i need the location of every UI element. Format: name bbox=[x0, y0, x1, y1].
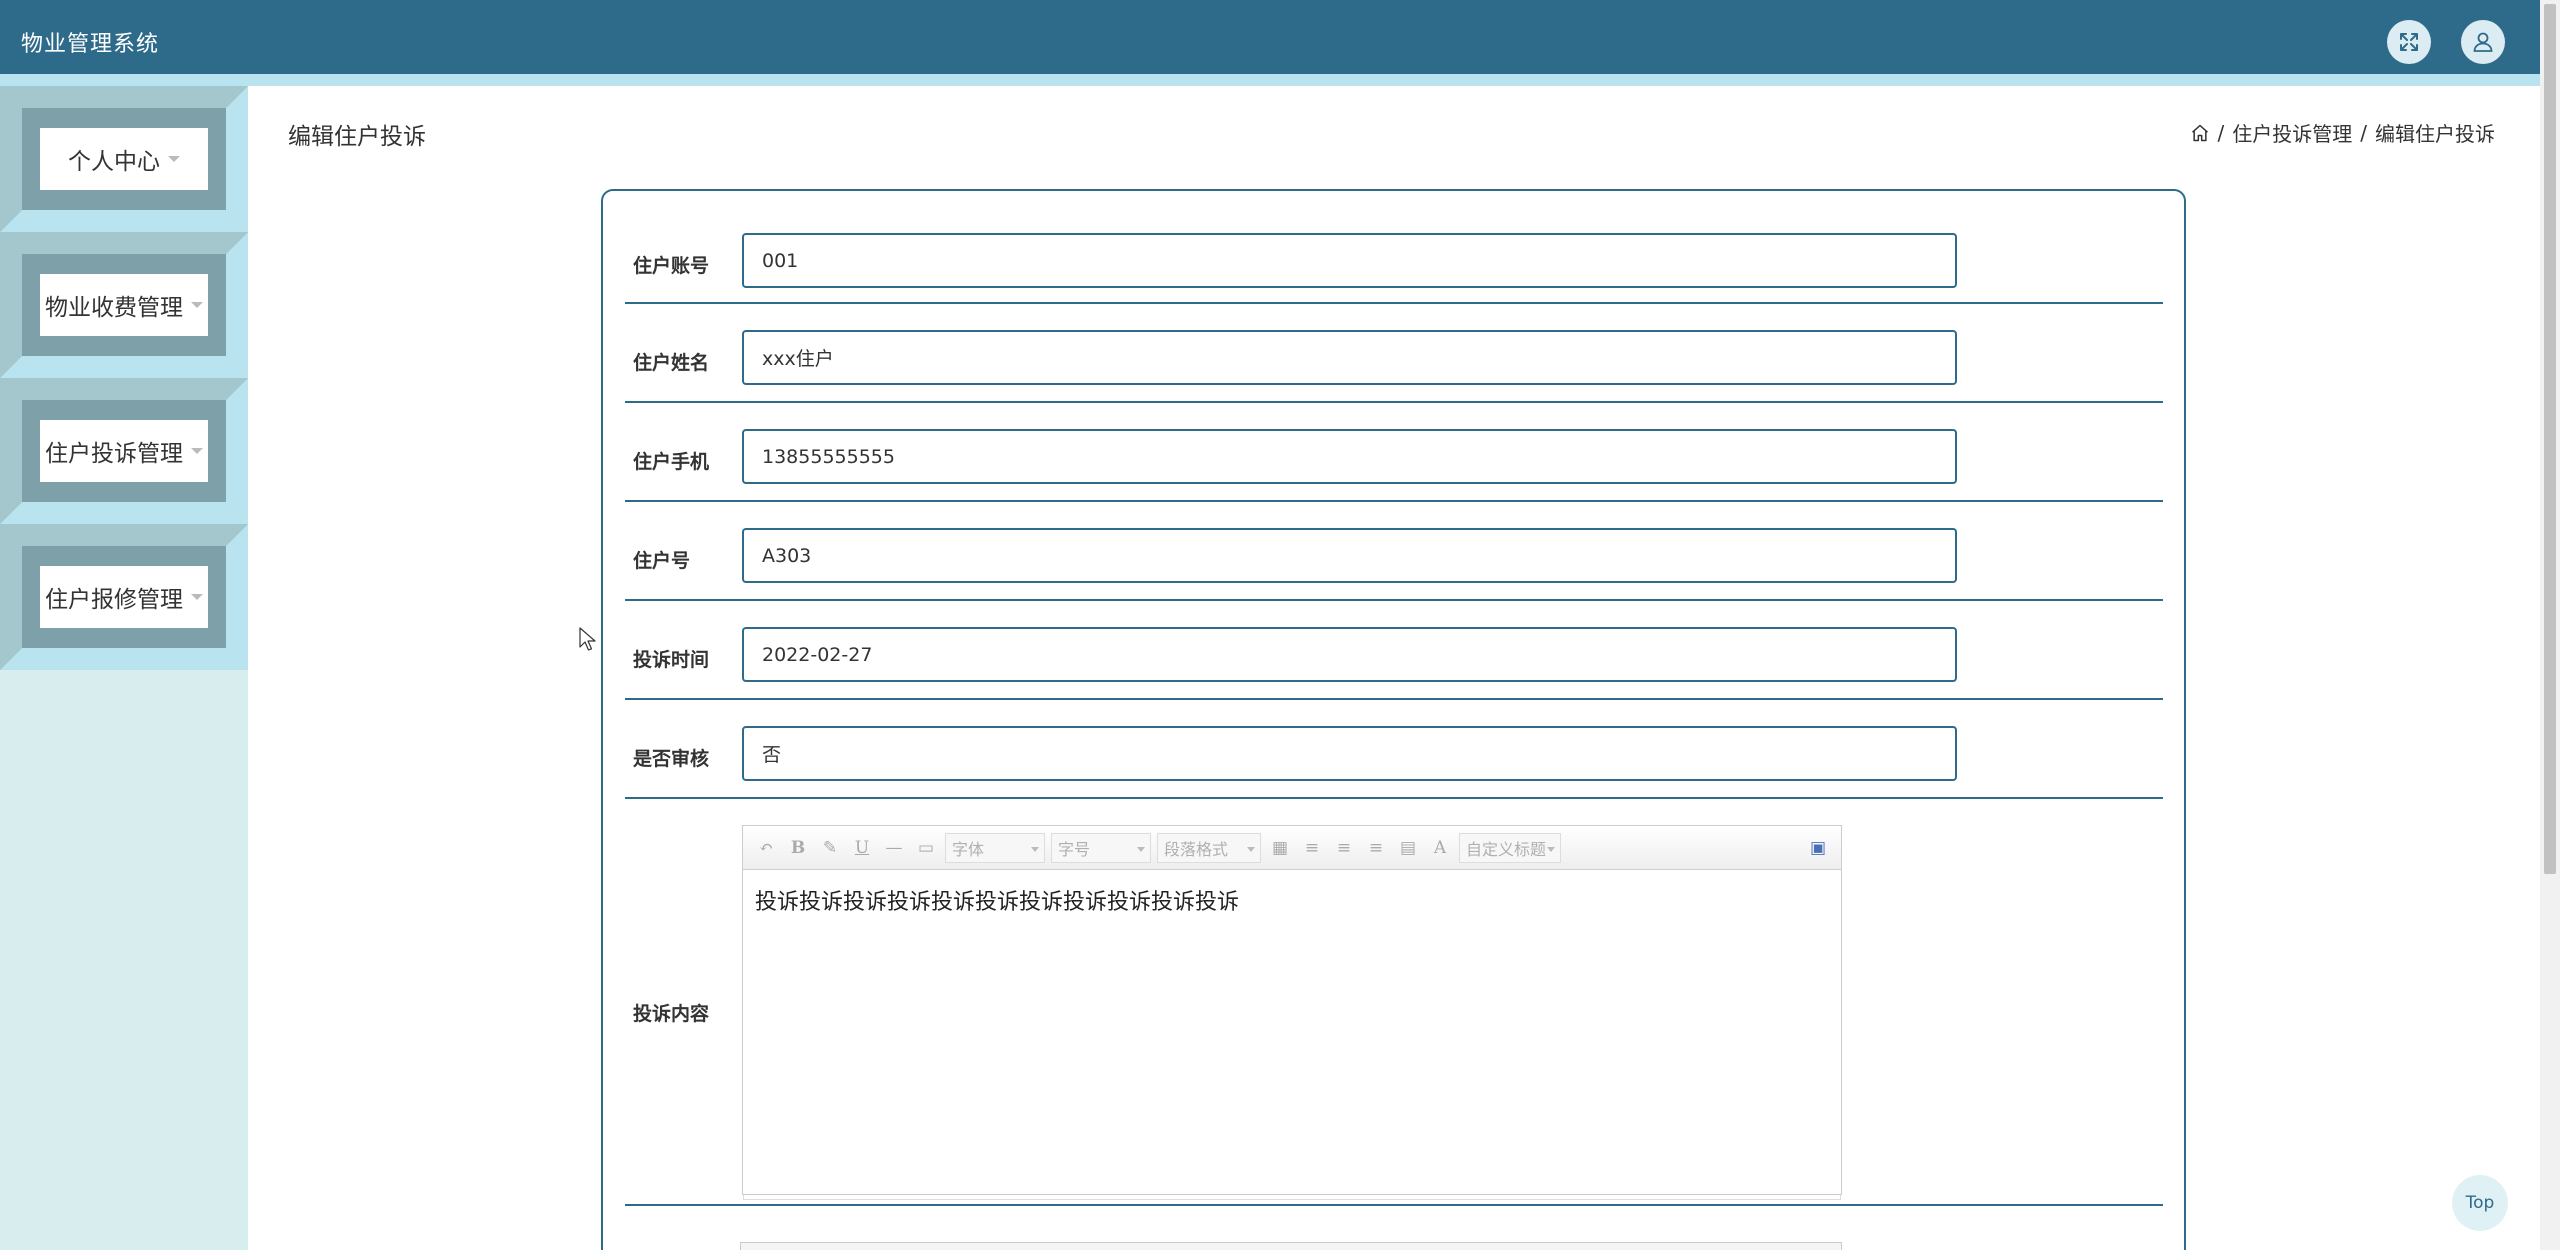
caret-down-icon bbox=[191, 594, 203, 600]
complaint-date-input[interactable] bbox=[742, 627, 1957, 682]
sidebar-item-label: 个人中心 bbox=[68, 149, 160, 175]
form-row-unit: 住户号 bbox=[625, 502, 2163, 601]
sidebar-block-personal: 个人中心 bbox=[0, 86, 248, 232]
custom-title-select[interactable]: 自定义标题 bbox=[1459, 832, 1561, 863]
font-size-select[interactable]: 字号 bbox=[1051, 832, 1151, 863]
caret-down-icon bbox=[191, 448, 203, 454]
font-family-select[interactable]: 字体 bbox=[945, 832, 1045, 863]
edit-complaint-form: 住户账号 住户姓名 住户手机 住户号 投诉时间 是否审核 投诉内容 ↶ B ✎ … bbox=[601, 189, 2186, 1250]
back-to-top-button[interactable]: Top bbox=[2452, 1175, 2508, 1231]
header-accent-strip bbox=[0, 74, 2540, 86]
breadcrumb-complaint-management[interactable]: 住户投诉管理 bbox=[2232, 118, 2352, 147]
page-title: 编辑住户投诉 bbox=[288, 124, 426, 150]
sidebar-block-fees: 物业收费管理 bbox=[0, 232, 248, 378]
horizontal-rule-icon[interactable]: — bbox=[881, 835, 907, 861]
paragraph-format-select[interactable]: 段落格式 bbox=[1157, 832, 1261, 863]
editor-resize-bar bbox=[743, 1195, 1841, 1200]
home-icon[interactable] bbox=[2190, 123, 2210, 143]
form-row-reviewed: 是否审核 bbox=[625, 700, 2163, 799]
user-profile-button[interactable] bbox=[2461, 20, 2505, 64]
sidebar: 个人中心 物业收费管理 住户投诉管理 住户报修管理 bbox=[0, 86, 248, 1250]
sidebar-item-label: 住户投诉管理 bbox=[45, 441, 183, 467]
sidebar-block-repairs: 住户报修管理 bbox=[0, 524, 248, 670]
bold-icon[interactable]: B bbox=[785, 835, 811, 861]
align-justify-icon[interactable]: ▤ bbox=[1395, 835, 1421, 861]
paste-icon[interactable]: ▭ bbox=[913, 835, 939, 861]
undo-icon[interactable]: ↶ bbox=[753, 835, 779, 861]
form-row-name: 住户姓名 bbox=[625, 304, 2163, 403]
user-icon bbox=[2473, 32, 2493, 52]
scrollbar-thumb[interactable] bbox=[2544, 4, 2556, 874]
field-label: 投诉内容 bbox=[633, 1003, 710, 1025]
phone-input[interactable] bbox=[742, 429, 1957, 484]
sidebar-item-personal-center[interactable]: 个人中心 bbox=[40, 128, 208, 190]
format-painter-icon[interactable]: ✎ bbox=[817, 835, 843, 861]
sidebar-item-fee-management[interactable]: 物业收费管理 bbox=[40, 274, 208, 336]
align-left-icon[interactable]: ≡ bbox=[1299, 835, 1325, 861]
fullscreen-editor-icon[interactable]: ▣ bbox=[1805, 835, 1831, 861]
page-scrollbar[interactable] bbox=[2540, 0, 2560, 1250]
form-row-date: 投诉时间 bbox=[625, 601, 2163, 700]
editor-toolbar: ↶ B ✎ U — ▭ 字体 字号 段落格式 ▦ ≡ ≡ ≡ ▤ A 自定义标题… bbox=[743, 826, 1841, 870]
breadcrumb-separator: / bbox=[2217, 120, 2225, 145]
form-row-phone: 住户手机 bbox=[625, 403, 2163, 502]
mouse-cursor-icon bbox=[579, 627, 596, 651]
unit-number-input[interactable] bbox=[742, 528, 1957, 583]
table-icon[interactable]: ▦ bbox=[1267, 835, 1293, 861]
fullscreen-button[interactable] bbox=[2387, 20, 2431, 64]
sidebar-block-complaints: 住户投诉管理 bbox=[0, 378, 248, 524]
sidebar-item-label: 物业收费管理 bbox=[45, 295, 183, 321]
fullscreen-expand-icon bbox=[2400, 33, 2418, 51]
sidebar-item-repair-management[interactable]: 住户报修管理 bbox=[40, 566, 208, 628]
breadcrumb-separator: / bbox=[2360, 120, 2367, 145]
field-label: 住户姓名 bbox=[633, 352, 710, 374]
app-title: 物业管理系统 bbox=[21, 32, 160, 57]
font-color-icon[interactable]: A bbox=[1427, 835, 1453, 861]
field-label: 住户号 bbox=[633, 550, 691, 572]
name-input[interactable] bbox=[742, 330, 1957, 385]
sidebar-item-complaint-management[interactable]: 住户投诉管理 bbox=[40, 420, 208, 482]
top-navbar: 物业管理系统 bbox=[0, 0, 2540, 74]
next-editor-toolbar bbox=[740, 1242, 1842, 1250]
rich-text-editor[interactable]: ↶ B ✎ U — ▭ 字体 字号 段落格式 ▦ ≡ ≡ ≡ ▤ A 自定义标题… bbox=[742, 825, 1842, 1200]
sidebar-item-label: 住户报修管理 bbox=[45, 587, 183, 613]
field-label: 住户手机 bbox=[633, 451, 710, 473]
field-label: 住户账号 bbox=[633, 255, 710, 277]
underline-icon[interactable]: U bbox=[849, 835, 875, 861]
form-row-content: 投诉内容 ↶ B ✎ U — ▭ 字体 字号 段落格式 ▦ ≡ ≡ ≡ ▤ A … bbox=[625, 799, 2163, 1206]
caret-down-icon bbox=[168, 156, 180, 162]
breadcrumb: / 住户投诉管理 / 编辑住户投诉 bbox=[2190, 118, 2495, 147]
form-row-account: 住户账号 bbox=[625, 191, 2163, 304]
caret-down-icon bbox=[191, 302, 203, 308]
editor-content[interactable]: 投诉投诉投诉投诉投诉投诉投诉投诉投诉投诉投诉 bbox=[755, 884, 1239, 916]
account-input[interactable] bbox=[742, 233, 1957, 288]
field-label: 投诉时间 bbox=[633, 649, 710, 671]
align-center-icon[interactable]: ≡ bbox=[1363, 835, 1389, 861]
field-label: 是否审核 bbox=[633, 748, 710, 770]
align-right-icon[interactable]: ≡ bbox=[1331, 835, 1357, 861]
breadcrumb-current: 编辑住户投诉 bbox=[2375, 122, 2495, 146]
reviewed-input[interactable] bbox=[742, 726, 1957, 781]
